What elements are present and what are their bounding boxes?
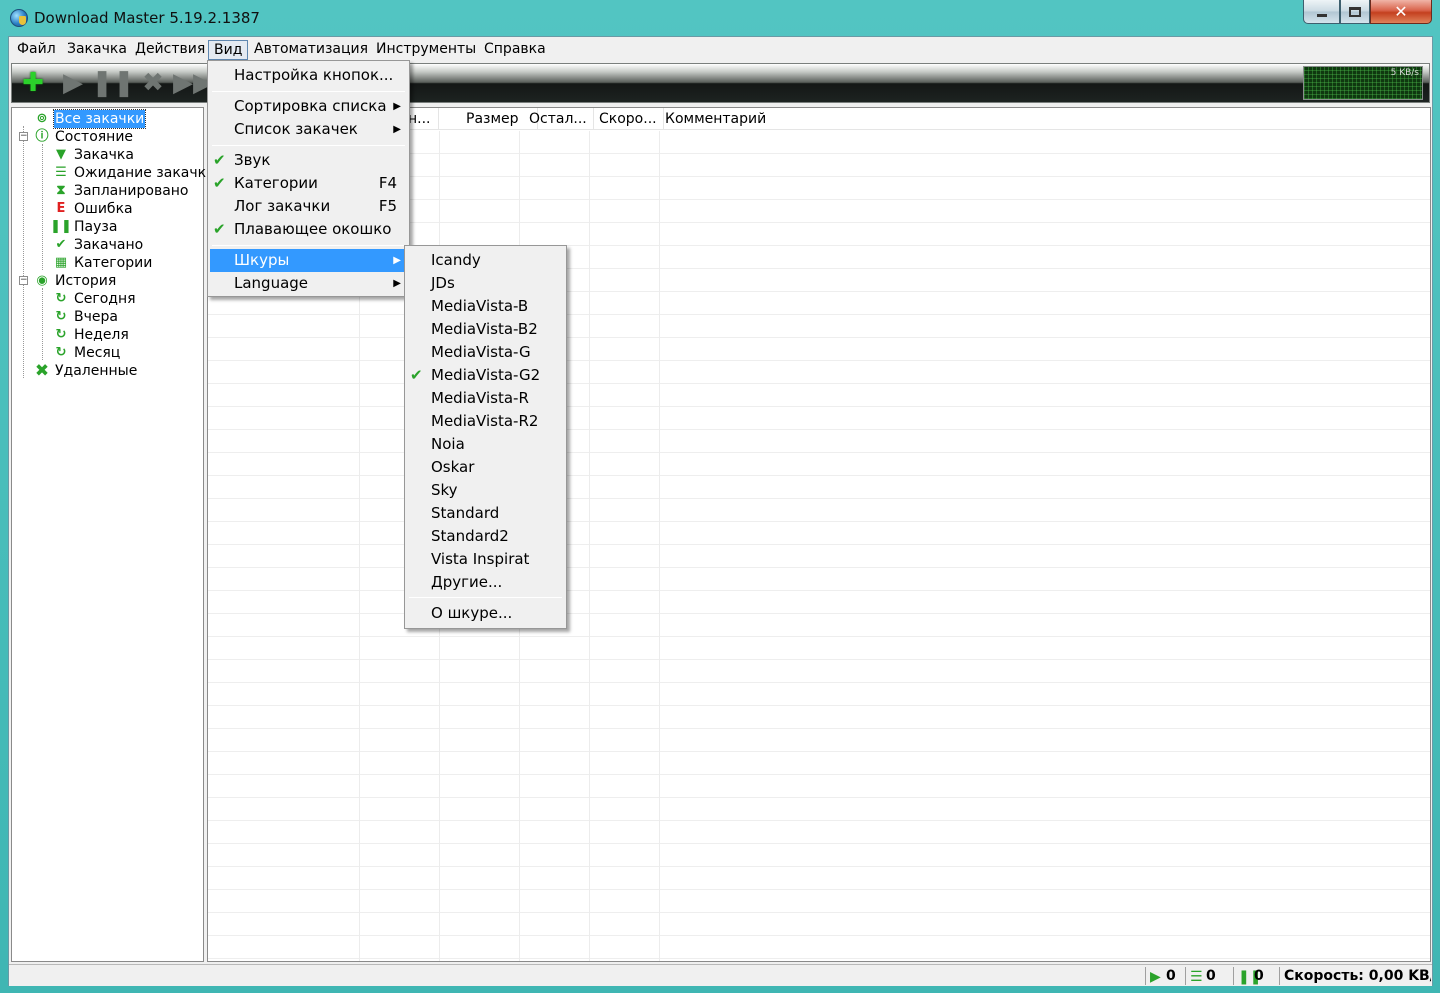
window-title: Download Master 5.19.2.1387 (34, 9, 260, 27)
info-icon: ⓘ (35, 129, 49, 144)
check-icon: ✔ (213, 174, 226, 192)
queue-icon: ☰ (55, 165, 67, 180)
status-speed: Скорость: 0,00 KB/ (1279, 967, 1431, 985)
menu-item-download-list[interactable]: Список закачек ▶ (210, 118, 407, 141)
expander-history[interactable]: − (19, 276, 28, 285)
menu-item-categories[interactable]: ✔ Категории F4 (210, 172, 407, 195)
expander-state[interactable]: − (19, 132, 28, 141)
check-icon: ✔ (410, 366, 423, 384)
clock-icon: ↻ (55, 345, 67, 360)
column-header-comment[interactable]: Комментарий (660, 108, 960, 130)
down-arrow-icon: ▼ (56, 147, 66, 162)
category-tree[interactable]: ⊚ Все закачки − ⓘ Состояние ▼ Закачка ☰ … (11, 107, 215, 962)
skin-item[interactable]: Sky (407, 479, 564, 502)
skin-item[interactable]: MediaVista-R2 (407, 410, 564, 433)
history-icon: ◉ (36, 273, 48, 288)
skin-item[interactable]: Standard2 (407, 525, 564, 548)
add-download-button[interactable]: ✚ (14, 66, 52, 100)
status-paused: ❚❚0 (1233, 967, 1279, 985)
submenu-arrow-icon: ▶ (393, 101, 401, 112)
column-header-remaining[interactable]: Остал... (524, 108, 594, 130)
title-bar[interactable]: Download Master 5.19.2.1387 ✕ (0, 0, 1440, 36)
skin-item[interactable]: Icandy (407, 249, 564, 272)
column-header-speed[interactable]: Скоро... (594, 108, 664, 130)
speed-graph-label: 5 KB/s (1390, 68, 1419, 78)
skin-item[interactable]: Standard (407, 502, 564, 525)
close-button[interactable]: ✕ (1370, 0, 1432, 24)
pause-icon: ❚❚ (91, 68, 135, 98)
skin-item[interactable]: Noia (407, 433, 564, 456)
app-icon (10, 9, 28, 27)
menu-actions[interactable]: Действия (130, 40, 210, 60)
submenu-arrow-icon: ▶ (393, 124, 401, 135)
speed-graph[interactable]: 5 KB/s (1303, 66, 1423, 100)
clock-icon: ↻ (55, 327, 67, 342)
menu-file[interactable]: Файл (12, 40, 61, 60)
error-icon: E (56, 201, 66, 216)
maximize-icon (1349, 6, 1361, 17)
clock-icon: ↻ (55, 291, 67, 306)
submenu-arrow-icon: ▶ (393, 278, 401, 289)
pause-icon: ❚❚ (50, 219, 72, 234)
skin-item[interactable]: Oskar (407, 456, 564, 479)
submenu-arrow-icon: ▶ (393, 255, 401, 266)
skin-item[interactable]: MediaVista-B2 (407, 318, 564, 341)
menu-item-floating[interactable]: ✔ Плавающее окошко (210, 218, 407, 241)
status-active: ▶ 0 (1145, 967, 1185, 985)
minimize-icon (1316, 14, 1327, 17)
minimize-button[interactable] (1303, 0, 1340, 24)
menu-item-button-setup[interactable]: Настройка кнопок... (210, 64, 407, 87)
pause-icon: ❚❚ (1238, 969, 1262, 985)
hourglass-icon: ⧗ (56, 183, 66, 198)
clock-icon: ↻ (55, 309, 67, 324)
skin-item-other[interactable]: Другие... (407, 571, 564, 594)
download-circle-icon: ⊚ (36, 111, 48, 126)
menu-item-sound[interactable]: ✔ Звук (210, 149, 407, 172)
add-icon: ✚ (22, 68, 44, 98)
menu-help[interactable]: Справка (479, 40, 551, 60)
close-icon: ✕ (1394, 2, 1408, 21)
queue-icon: ☰ (1190, 969, 1203, 985)
start-button[interactable]: ▶ (54, 66, 92, 100)
check-icon: ✔ (213, 151, 226, 169)
skin-item[interactable]: MediaVista-R (407, 387, 564, 410)
delete-button[interactable]: ✖ (134, 66, 172, 100)
menu-item-log[interactable]: Лог закачки F5 (210, 195, 407, 218)
status-bar: ▶ 0 ☰ 0 ❚❚0 Скорость: 0,00 KB/ (9, 964, 1432, 986)
menu-item-skins[interactable]: Шкуры ▶ (210, 249, 407, 272)
skin-item[interactable]: MediaVista-G (407, 341, 564, 364)
skin-item-selected[interactable]: ✔ MediaVista-G2 (407, 364, 564, 387)
stop-icon: ✖ (142, 68, 164, 98)
menu-automation[interactable]: Автоматизация (249, 40, 373, 60)
check-icon: ✔ (213, 220, 226, 238)
skin-about[interactable]: О шкуре... (407, 602, 564, 625)
active-icon: ▶ (1150, 969, 1161, 985)
menu-bar: Файл Закачка Действия Вид Автоматизация … (9, 37, 1432, 61)
menu-view[interactable]: Вид (208, 40, 249, 60)
play-icon: ▶ (63, 68, 83, 98)
categories-icon: ▦ (54, 255, 68, 270)
skin-item[interactable]: MediaVista-B (407, 295, 564, 318)
status-waiting: ☰ 0 (1185, 967, 1233, 985)
menu-item-sort[interactable]: Сортировка списка ▶ (210, 95, 407, 118)
delete-x-icon: ✖ (34, 361, 50, 381)
pause-button[interactable]: ❚❚ (91, 66, 135, 100)
skin-item[interactable]: JDs (407, 272, 564, 295)
menu-download[interactable]: Закачка (62, 40, 132, 60)
menu-item-language[interactable]: Language ▶ (210, 272, 407, 295)
skin-item[interactable]: Vista Inspirat (407, 548, 564, 571)
menu-tools[interactable]: Инструменты (371, 40, 481, 60)
view-menu: Настройка кнопок... Сортировка списка ▶ С… (207, 60, 410, 297)
maximize-button[interactable] (1340, 0, 1370, 24)
skins-submenu: Icandy JDs MediaVista-B MediaVista-B2 Me… (404, 245, 567, 629)
check-icon: ✔ (55, 237, 67, 252)
